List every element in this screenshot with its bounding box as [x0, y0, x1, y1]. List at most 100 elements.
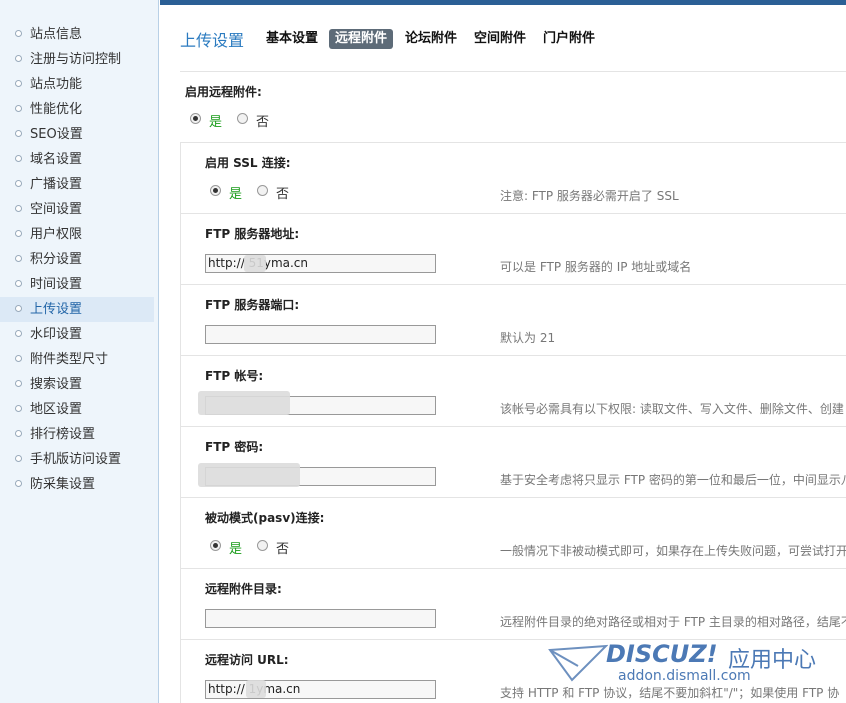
ftp-user-label: FTP 帐号:	[205, 369, 264, 383]
divider	[180, 142, 846, 143]
enable-remote-no-radio[interactable]	[237, 113, 248, 124]
sidebar-item-label: 空间设置	[30, 202, 83, 217]
sidebar-item[interactable]: 水印设置	[0, 322, 154, 347]
ssl-no-radio[interactable]	[257, 185, 268, 196]
ftp-host-input[interactable]: http:// 51yma.cn	[205, 254, 436, 273]
ftp-pass-note: 基于安全考虑将只显示 FTP 密码的第一位和最后一位，中间显示八	[500, 473, 846, 487]
bullet-icon	[15, 480, 22, 487]
divider	[180, 355, 846, 356]
divider	[180, 284, 846, 285]
sidebar-item-label: 域名设置	[30, 152, 83, 167]
sidebar-item-label: 手机版访问设置	[30, 452, 122, 467]
sidebar-item-label: 用户权限	[30, 227, 83, 242]
sidebar-item[interactable]: 时间设置	[0, 272, 154, 297]
pasv-yes-label: 是	[229, 542, 243, 557]
page-title: 上传设置	[180, 31, 245, 50]
pasv-label: 被动模式(pasv)连接:	[205, 511, 325, 525]
enable-remote-yes-label: 是	[209, 115, 223, 130]
sidebar-item[interactable]: 域名设置	[0, 147, 154, 172]
sidebar-item[interactable]: 搜索设置	[0, 372, 154, 397]
ssl-no-label: 否	[276, 187, 290, 202]
sidebar-item-label: 站点信息	[30, 27, 83, 42]
bullet-icon	[15, 255, 22, 262]
sidebar-item-label: 搜索设置	[30, 377, 83, 392]
bullet-icon	[15, 305, 22, 312]
sidebar-item-label: 水印设置	[30, 327, 83, 342]
sidebar-item[interactable]: 站点信息	[0, 22, 154, 47]
redaction-blur	[244, 255, 266, 272]
tab-remote-attachment[interactable]: 远程附件	[329, 29, 394, 49]
ssl-yes-radio[interactable]	[210, 185, 221, 196]
pasv-yes-radio[interactable]	[210, 540, 221, 551]
ftp-port-note: 默认为 21	[500, 331, 556, 345]
remote-url-input[interactable]: http:// 1yma.cn	[205, 680, 436, 699]
tab-space-attachment[interactable]: 空间附件	[474, 29, 526, 49]
bullet-icon	[15, 55, 22, 62]
ftp-port-input[interactable]	[205, 325, 436, 344]
sidebar-item[interactable]: 积分设置	[0, 247, 154, 272]
remote-dir-input[interactable]	[205, 609, 436, 628]
sidebar-item[interactable]: 防采集设置	[0, 472, 154, 497]
tab-basic-settings[interactable]: 基本设置	[266, 29, 318, 49]
redaction-blur	[246, 680, 266, 698]
bullet-icon	[15, 330, 22, 337]
sidebar-item[interactable]: SEO设置	[0, 122, 154, 147]
bullet-icon	[15, 355, 22, 362]
bullet-icon	[15, 30, 22, 37]
sidebar-item[interactable]: 手机版访问设置	[0, 447, 154, 472]
main-panel: 上传设置 基本设置 远程附件 论坛附件 空间附件 门户附件 启用远程附件: 是 …	[160, 5, 846, 703]
sidebar-item[interactable]: 用户权限	[0, 222, 154, 247]
watermark: DISCUZ! 应用中心 addon.dismall.com	[548, 640, 838, 702]
remote-url-label: 远程访问 URL:	[205, 653, 289, 667]
divider	[180, 568, 846, 569]
pasv-note: 一般情况下非被动模式即可，如果存在上传失败问题，可尝试打开	[500, 544, 846, 558]
enable-remote-no-label: 否	[256, 115, 270, 130]
sidebar-item-label: 积分设置	[30, 252, 83, 267]
ssl-note: 注意: FTP 服务器必需开启了 SSL	[500, 189, 679, 203]
bullet-icon	[15, 205, 22, 212]
sidebar-item-label: 站点功能	[30, 77, 83, 92]
divider	[180, 426, 846, 427]
sidebar-item[interactable]: 站点功能	[0, 72, 154, 97]
tab-portal-attachment[interactable]: 门户附件	[543, 29, 595, 49]
pasv-no-label: 否	[276, 542, 290, 557]
bullet-icon	[15, 455, 22, 462]
sidebar-item[interactable]: 注册与访问控制	[0, 47, 154, 72]
sidebar-item[interactable]: 排行榜设置	[0, 422, 154, 447]
watermark-logo: DISCUZ!	[606, 640, 718, 668]
remote-dir-note: 远程附件目录的绝对路径或相对于 FTP 主目录的相对路径，结尾不	[500, 615, 846, 629]
bullet-icon	[15, 380, 22, 387]
enable-remote-yes-radio[interactable]	[190, 113, 201, 124]
ftp-pass-label: FTP 密码:	[205, 440, 264, 454]
sidebar: 站点信息注册与访问控制站点功能性能优化 SEO设置域名设置广播设置空间设置用户权限…	[0, 0, 159, 703]
sidebar-item[interactable]: 上传设置	[0, 297, 154, 322]
ftp-user-note: 该帐号必需具有以下权限: 读取文件、写入文件、删除文件、创建	[500, 402, 844, 416]
sidebar-item-label: 广播设置	[30, 177, 83, 192]
sidebar-item-label: 性能优化	[30, 102, 83, 117]
bullet-icon	[15, 280, 22, 287]
ssl-label: 启用 SSL 连接:	[205, 156, 291, 170]
bullet-icon	[15, 155, 22, 162]
bullet-icon	[15, 405, 22, 412]
ssl-yes-label: 是	[229, 187, 243, 202]
enable-remote-label: 启用远程附件:	[185, 85, 262, 99]
sidebar-item[interactable]: 性能优化	[0, 97, 154, 122]
sidebar-item-label: 附件类型尺寸	[30, 352, 109, 367]
sidebar-item-label: SEO设置	[30, 127, 83, 142]
ftp-port-label: FTP 服务器端口:	[205, 298, 300, 312]
sidebar-item-label: 上传设置	[30, 302, 83, 317]
sidebar-item[interactable]: 地区设置	[0, 397, 154, 422]
ftp-host-label: FTP 服务器地址:	[205, 227, 300, 241]
redaction-blur	[198, 463, 300, 487]
ftp-host-note: 可以是 FTP 服务器的 IP 地址或域名	[500, 260, 692, 274]
bullet-icon	[15, 230, 22, 237]
sidebar-item[interactable]: 附件类型尺寸	[0, 347, 154, 372]
pasv-no-radio[interactable]	[257, 540, 268, 551]
sidebar-item-label: 防采集设置	[30, 477, 96, 492]
redaction-blur	[198, 391, 290, 415]
sidebar-item[interactable]: 空间设置	[0, 197, 154, 222]
sidebar-item[interactable]: 广播设置	[0, 172, 154, 197]
bullet-icon	[15, 130, 22, 137]
paper-plane-icon	[548, 644, 608, 682]
tab-forum-attachment[interactable]: 论坛附件	[405, 29, 457, 49]
